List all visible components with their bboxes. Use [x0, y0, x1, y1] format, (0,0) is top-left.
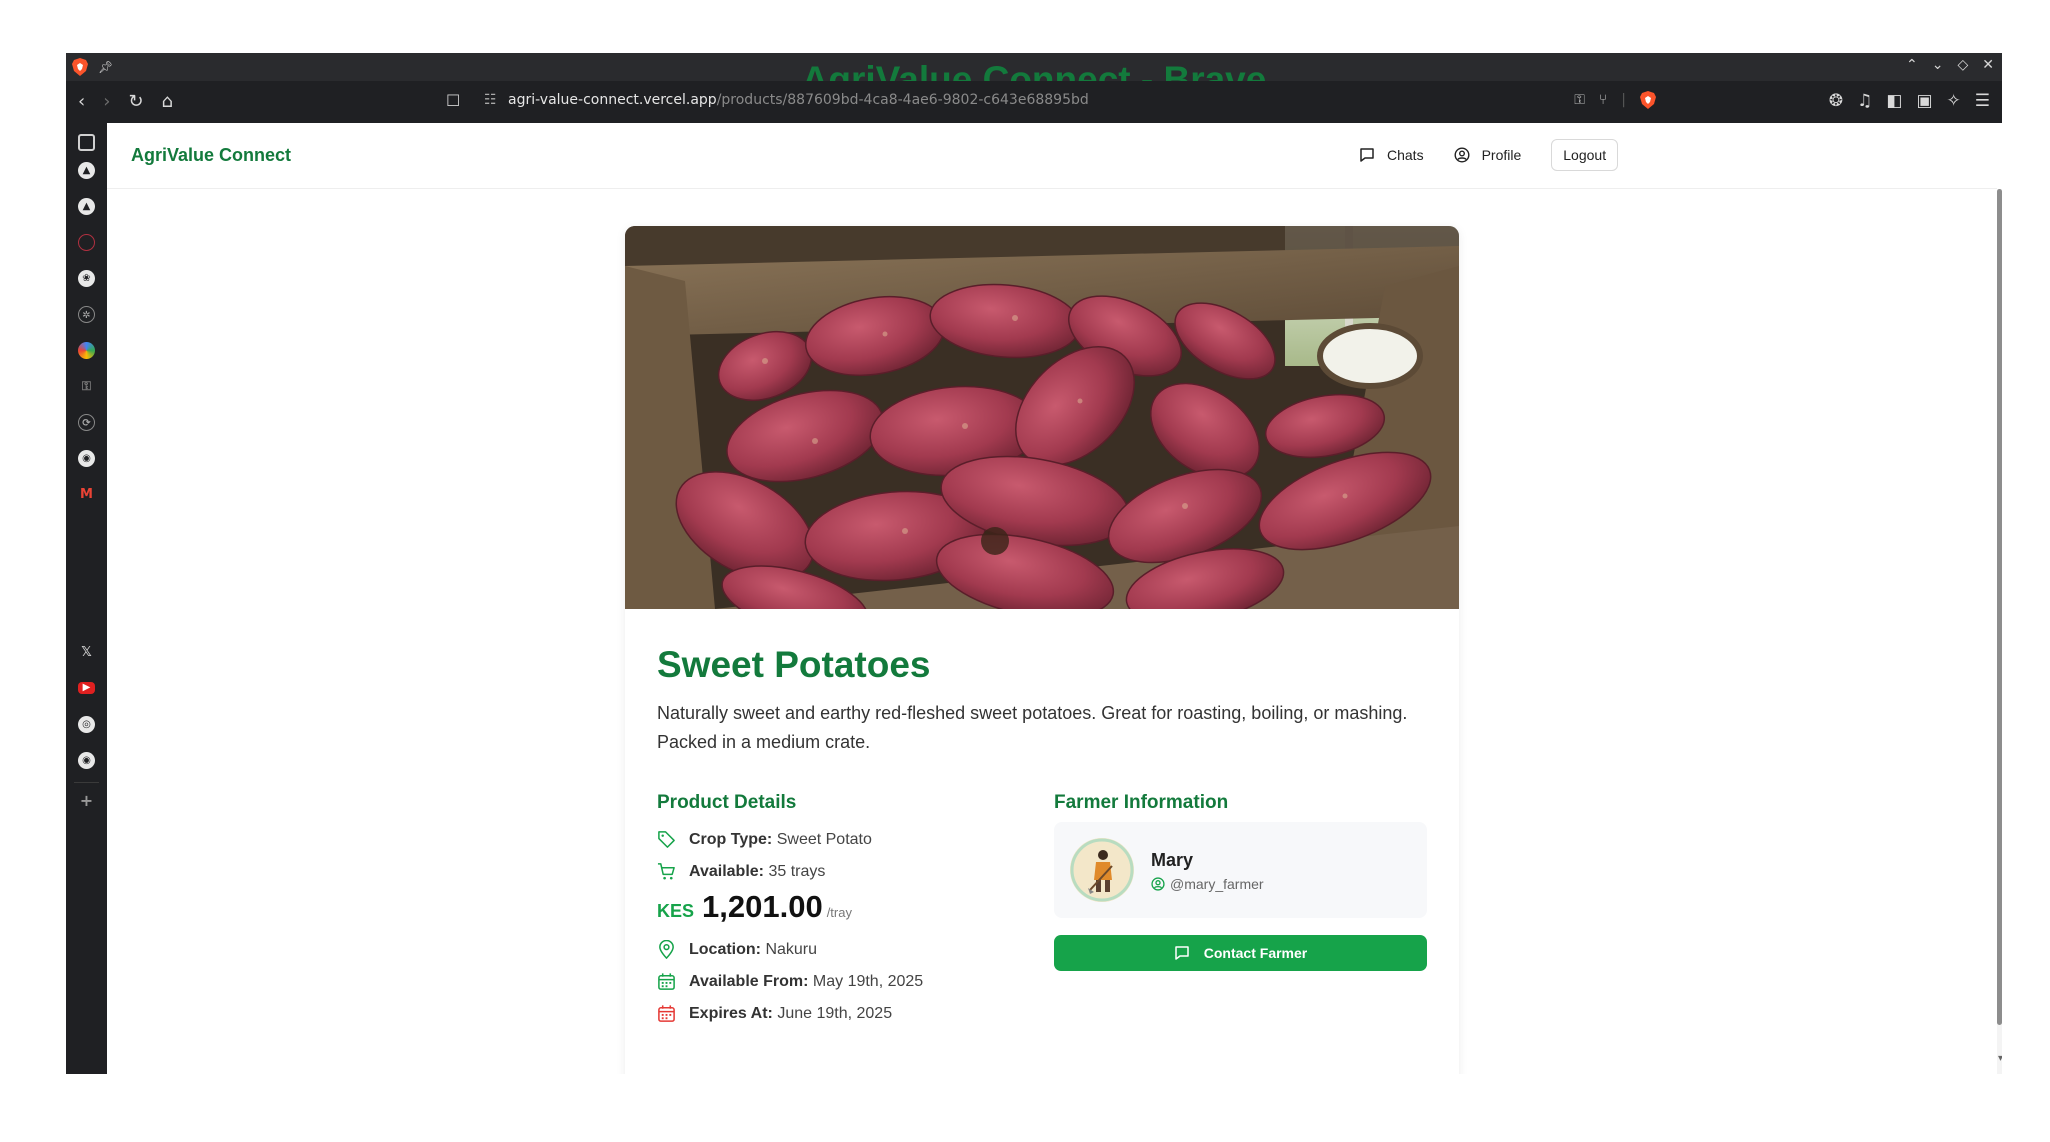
github-icon[interactable]: ◉: [78, 450, 95, 467]
product-title: Sweet Potatoes: [657, 644, 931, 685]
chrome-icon[interactable]: [78, 342, 95, 359]
scroll-down-arrow-icon[interactable]: ▾: [1998, 1053, 2002, 1064]
available-label: Available:: [689, 862, 764, 880]
gmail-icon[interactable]: M: [78, 486, 95, 503]
user-circle-icon: [1151, 877, 1165, 891]
app-icon-2[interactable]: ⟳: [78, 414, 95, 431]
key-sidebar-icon[interactable]: ⚿: [78, 378, 95, 395]
diamond-icon[interactable]: ◇: [1957, 57, 1968, 73]
browser-toolbar: ‹ › ↻ ⌂ ☐ ☷ agri-value-connect.vercel.ap…: [66, 81, 2002, 123]
available-value: 35 trays: [768, 862, 826, 880]
chevrons-up-icon[interactable]: ⌃: [1906, 57, 1918, 73]
share-icon[interactable]: ⑂: [1599, 92, 1607, 108]
crop-type-value: Sweet Potato: [776, 830, 872, 848]
browser-sidebar: ▲ ▲ ❀ ✲ ⚿ ⟳ ◉ M 𝕏 ▶ ◎ ◉ +: [66, 123, 107, 1074]
home-icon[interactable]: ⌂: [162, 91, 173, 112]
title-bar: 📌︎ AgriValue Connect - Brave ⌃ ⌄ ◇ ✕: [66, 53, 2002, 100]
price-amount: 1,201.00: [702, 889, 823, 924]
perplexity-icon[interactable]: ✲: [78, 306, 95, 323]
address-bar[interactable]: ☐ ☷ agri-value-connect.vercel.app/produc…: [446, 89, 1656, 115]
available-from-label: Available From:: [689, 972, 809, 990]
chevron-down-icon[interactable]: ⌄: [1932, 57, 1944, 73]
chat-icon: [1175, 946, 1189, 960]
sidebar-panel-icon[interactable]: [78, 134, 95, 151]
openai-icon[interactable]: ❀: [78, 270, 95, 287]
chats-link[interactable]: Chats: [1359, 147, 1424, 163]
expires-label: Expires At:: [689, 1004, 773, 1022]
available-from-row: Available From: May 19th, 2025: [657, 972, 923, 991]
reddit-icon[interactable]: ◎: [78, 716, 95, 733]
farmer-card: Mary @mary_farmer: [1054, 822, 1427, 918]
github-icon-2[interactable]: ◉: [78, 752, 95, 769]
location-value: Nakuru: [765, 940, 818, 958]
vercel-icon-2[interactable]: ▲: [78, 198, 95, 215]
chats-label: Chats: [1387, 147, 1424, 163]
crop-type-label: Crop Type:: [689, 830, 773, 848]
farmer-handle: @mary_farmer: [1170, 876, 1264, 892]
key-icon[interactable]: ⚿: [1574, 92, 1585, 108]
calendar-icon: [658, 973, 675, 990]
bookmark-icon[interactable]: ☐: [446, 91, 460, 110]
forward-icon[interactable]: ›: [103, 91, 110, 112]
sidebar-divider: [74, 782, 99, 783]
product-card: Sweet Potatoes Naturally sweet and earth…: [625, 226, 1459, 1074]
url-host: agri-value-connect.vercel.app: [508, 92, 717, 108]
location-label: Location:: [689, 940, 761, 958]
expires-value: June 19th, 2025: [777, 1004, 893, 1022]
logout-button[interactable]: Logout: [1551, 139, 1619, 171]
product-description: Naturally sweet and earthy red-fleshed s…: [657, 703, 1408, 752]
price-unit: /tray: [826, 905, 852, 920]
farmer-name: Mary: [1151, 850, 1194, 870]
product-details-heading: Product Details: [657, 792, 797, 813]
profile-link[interactable]: Profile: [1454, 147, 1522, 163]
media-icon[interactable]: ♫: [1857, 91, 1872, 111]
user-circle-icon: [1454, 147, 1470, 163]
app-header: AgriValue Connect Chats Profile Logout: [107, 123, 1997, 189]
contact-farmer-button[interactable]: Contact Farmer: [1054, 935, 1427, 971]
wallet-icon[interactable]: ▣: [1916, 91, 1932, 111]
app-icon[interactable]: [78, 234, 95, 251]
farmer-info-heading: Farmer Information: [1054, 792, 1229, 813]
web-page: AgriValue Connect Chats Profile Logout ▾: [107, 123, 2002, 1074]
site-settings-icon[interactable]: ☷: [484, 92, 497, 108]
profile-label: Profile: [1481, 147, 1522, 163]
brave-shields-icon[interactable]: [1640, 91, 1656, 109]
contact-farmer-label: Contact Farmer: [1203, 945, 1308, 961]
youtube-icon[interactable]: ▶: [78, 682, 95, 694]
browser-window: 📌︎ AgriValue Connect - Brave ⌃ ⌄ ◇ ✕ ‹ ›…: [66, 53, 2002, 1074]
chat-icon: [1360, 148, 1374, 162]
url-path: /products/887609bd-4ca8-4ae6-9802-c643e6…: [716, 92, 1089, 108]
location-row: Location: Nakuru: [657, 940, 817, 959]
calendar-expires-icon: [658, 1005, 675, 1022]
available-row: Available: 35 trays: [657, 862, 825, 881]
price: KES 1,201.00 /tray: [657, 889, 852, 925]
farmer-avatar[interactable]: [1070, 838, 1134, 902]
reload-icon[interactable]: ↻: [128, 91, 143, 112]
price-currency: KES: [657, 901, 695, 921]
scrollbar-thumb[interactable]: [1997, 189, 2002, 1025]
crop-type-row: Crop Type: Sweet Potato: [657, 830, 872, 849]
back-icon[interactable]: ‹: [78, 91, 85, 112]
expires-row: Expires At: June 19th, 2025: [657, 1004, 892, 1023]
x-icon[interactable]: 𝕏: [78, 644, 95, 661]
add-icon[interactable]: +: [78, 792, 95, 809]
extensions-icon[interactable]: ❂: [1829, 91, 1843, 111]
url-text[interactable]: agri-value-connect.vercel.app/products/8…: [508, 92, 1089, 108]
vercel-icon[interactable]: ▲: [78, 162, 95, 179]
available-from-value: May 19th, 2025: [812, 972, 924, 990]
product-image: [625, 226, 1459, 609]
farmer-handle-row: @mary_farmer: [1151, 876, 1264, 892]
leo-ai-icon[interactable]: ✧: [1947, 91, 1961, 111]
scrollbar[interactable]: ▾: [1997, 189, 2002, 1074]
sidebar-toggle-icon[interactable]: ◧: [1886, 91, 1902, 111]
map-pin-icon: [659, 940, 674, 959]
cart-icon: [657, 863, 675, 880]
close-icon[interactable]: ✕: [1982, 57, 1994, 73]
brand-logo[interactable]: AgriValue Connect: [131, 145, 291, 166]
tag-icon: [658, 831, 675, 848]
menu-icon[interactable]: ☰: [1975, 91, 1990, 111]
